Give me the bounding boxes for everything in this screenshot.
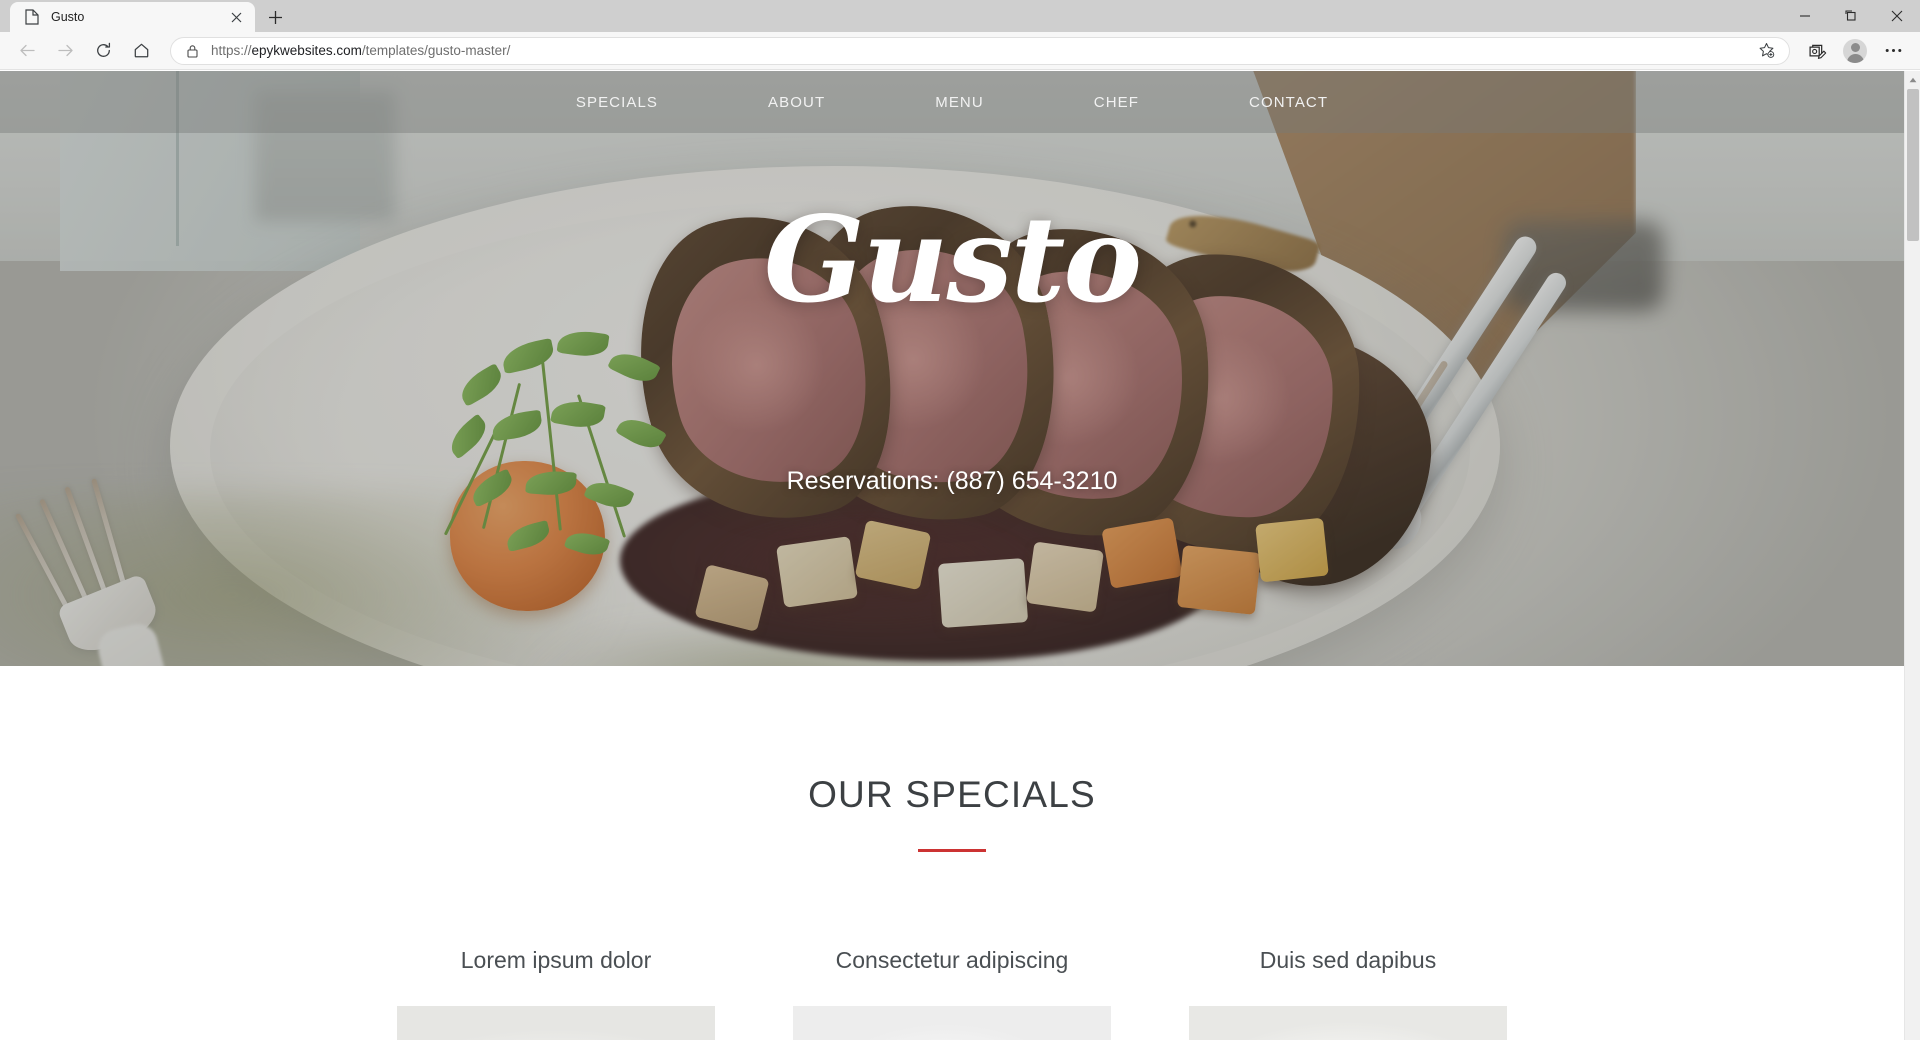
tab-title: Gusto bbox=[51, 10, 85, 24]
page-scrollbar[interactable] bbox=[1904, 71, 1920, 1040]
minimize-icon[interactable] bbox=[1782, 0, 1828, 32]
brand-logo: Gusto bbox=[763, 190, 1142, 329]
specials-section: OUR SPECIALS Lorem ipsum dolor Consectet… bbox=[0, 666, 1904, 1040]
browser-tab[interactable]: Gusto bbox=[10, 2, 255, 32]
section-divider bbox=[918, 849, 986, 852]
window-controls bbox=[1782, 0, 1920, 32]
special-card-title: Consectetur adipiscing bbox=[835, 947, 1069, 973]
profile-avatar-icon[interactable] bbox=[1839, 35, 1871, 67]
forward-arrow-icon[interactable] bbox=[49, 35, 81, 67]
website-gusto: SPECIALS ABOUT MENU CHEF CONTACT Gusto R… bbox=[0, 71, 1904, 1040]
add-favorite-star-icon[interactable] bbox=[1753, 38, 1779, 64]
hero-section: SPECIALS ABOUT MENU CHEF CONTACT Gusto R… bbox=[0, 71, 1904, 666]
toolbar-right-group bbox=[1798, 35, 1912, 67]
reservations-phone: Reservations: (887) 654-3210 bbox=[786, 467, 1118, 495]
lock-icon[interactable] bbox=[183, 42, 201, 60]
scrollbar-thumb[interactable] bbox=[1907, 89, 1919, 241]
window-close-icon[interactable] bbox=[1874, 0, 1920, 32]
special-card[interactable]: Consectetur adipiscing bbox=[793, 947, 1111, 1040]
url-text[interactable]: https://epykwebsites.com/templates/gusto… bbox=[211, 43, 1753, 58]
special-card-title: Duis sed dapibus bbox=[1259, 947, 1437, 973]
url-domain: epykwebsites.com bbox=[251, 43, 362, 58]
collections-pen-icon[interactable] bbox=[1801, 35, 1833, 67]
specials-heading: OUR SPECIALS bbox=[808, 774, 1096, 815]
url-scheme: https:// bbox=[211, 43, 252, 58]
plated-salad-dish-image bbox=[397, 1006, 715, 1040]
browser-window: Gusto https://epykwebsites.com/templates… bbox=[0, 0, 1920, 1040]
reload-icon[interactable] bbox=[87, 35, 119, 67]
new-tab-button[interactable] bbox=[261, 3, 289, 31]
special-card[interactable]: Duis sed dapibus bbox=[1189, 947, 1507, 1040]
home-icon[interactable] bbox=[125, 35, 157, 67]
ellipsis-menu-icon[interactable] bbox=[1877, 35, 1909, 67]
back-arrow-icon[interactable] bbox=[11, 35, 43, 67]
page-icon bbox=[24, 9, 40, 25]
tab-strip: Gusto bbox=[0, 0, 1782, 32]
page-viewport: SPECIALS ABOUT MENU CHEF CONTACT Gusto R… bbox=[0, 71, 1920, 1040]
hero-content: Gusto Reservations: (887) 654-3210 bbox=[0, 71, 1904, 666]
special-card-title: Lorem ipsum dolor bbox=[460, 947, 652, 973]
address-bar[interactable]: https://epykwebsites.com/templates/gusto… bbox=[170, 36, 1790, 65]
seafood-appetizer-dish-image bbox=[793, 1006, 1111, 1040]
close-icon[interactable] bbox=[227, 8, 245, 26]
fruit-dessert-dish-image bbox=[1189, 1006, 1507, 1040]
maximize-icon[interactable] bbox=[1828, 0, 1874, 32]
browser-toolbar: https://epykwebsites.com/templates/gusto… bbox=[0, 32, 1920, 70]
scroll-up-icon[interactable] bbox=[1905, 71, 1920, 88]
special-card[interactable]: Lorem ipsum dolor bbox=[397, 947, 715, 1040]
avatar bbox=[1843, 38, 1867, 63]
specials-card-list: Lorem ipsum dolor Consectetur adipiscing… bbox=[0, 947, 1904, 1040]
browser-title-bar: Gusto bbox=[0, 0, 1920, 32]
url-path: /templates/gusto-master/ bbox=[361, 43, 511, 58]
